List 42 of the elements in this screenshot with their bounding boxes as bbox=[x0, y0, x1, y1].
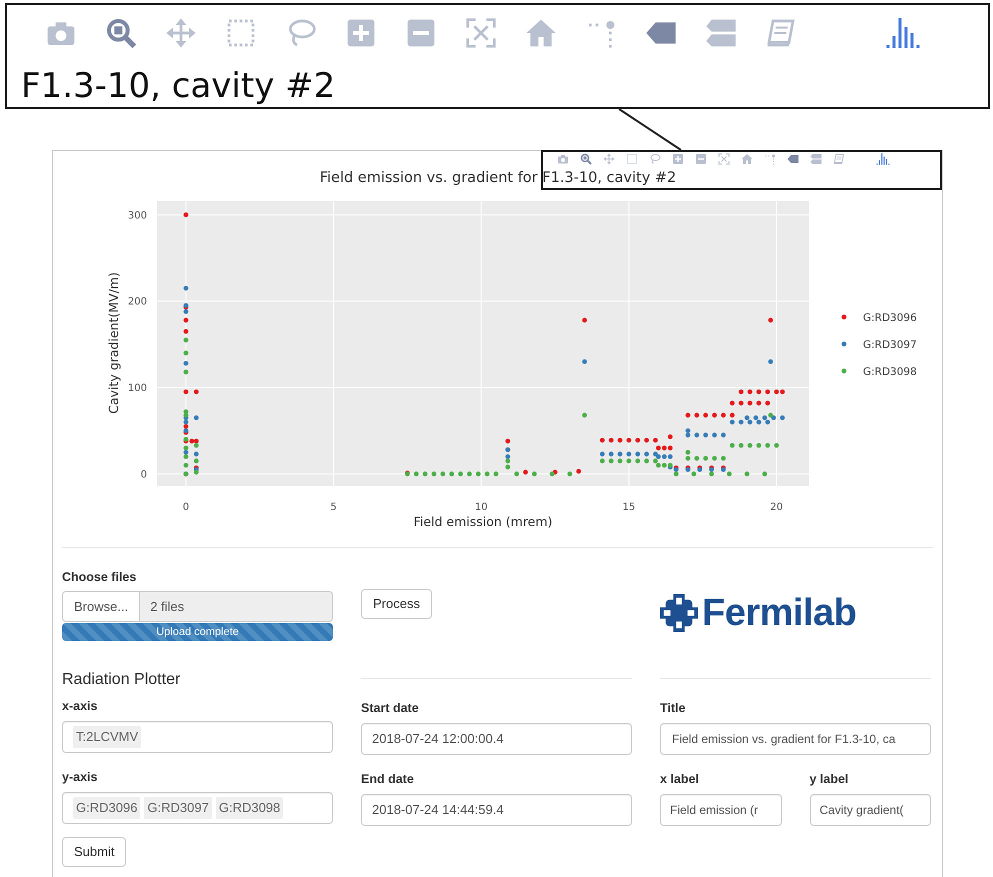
tick-label: 0 bbox=[182, 502, 190, 513]
legend-label: G:RD3096 bbox=[863, 312, 917, 324]
legend-label: G:RD3098 bbox=[863, 366, 917, 378]
legend-label: G:RD3097 bbox=[863, 339, 917, 351]
axis-title: Cavity gradient(MV/m) bbox=[106, 272, 121, 414]
process-button[interactable]: Process bbox=[361, 589, 432, 619]
selected-tag[interactable]: G:RD3098 bbox=[216, 797, 284, 818]
selected-tag[interactable]: G:RD3096 bbox=[73, 797, 140, 818]
file-name-field[interactable]: 2 files bbox=[140, 590, 333, 622]
selected-tag[interactable]: G:RD3097 bbox=[144, 797, 212, 818]
field-label: Choose files bbox=[62, 569, 138, 586]
tick-label: 200 bbox=[128, 296, 147, 308]
browse-button[interactable]: Browse... bbox=[62, 590, 140, 622]
input-field[interactable]: Cavity gradient( bbox=[810, 794, 931, 826]
field-label: y-axis bbox=[62, 769, 98, 786]
tag-input-field[interactable]: G:RD3096 G:RD3097 G:RD3098 bbox=[62, 792, 333, 824]
logo-text: Fermilab bbox=[702, 594, 856, 632]
progress-text: Upload complete bbox=[155, 625, 240, 640]
tick-label: 15 bbox=[622, 502, 636, 513]
date-field[interactable]: 2018-07-24 14:44:59.4 bbox=[361, 794, 632, 826]
submit-button[interactable]: Submit bbox=[62, 836, 126, 867]
tick-label: 5 bbox=[330, 502, 337, 513]
tick-label: 10 bbox=[474, 502, 488, 513]
tick-label: 20 bbox=[770, 502, 783, 513]
tick-label: 300 bbox=[128, 210, 147, 222]
field-label: Title bbox=[660, 700, 686, 718]
section-heading: Radiation Plotter bbox=[62, 670, 182, 690]
input-field[interactable]: Field emission vs. gradient for F1.3-10, ca bbox=[660, 723, 931, 755]
tag-input-field[interactable]: T:2LCVMV bbox=[62, 721, 333, 753]
tick-label: 0 bbox=[140, 469, 147, 480]
selected-tag[interactable]: T:2LCVMV bbox=[73, 726, 142, 748]
field-label: x-axis bbox=[62, 698, 98, 716]
input-field[interactable]: Field emission (r bbox=[660, 794, 782, 826]
field-label: y label bbox=[810, 771, 850, 788]
field-label: Start date bbox=[361, 700, 420, 718]
tick-label: 100 bbox=[128, 383, 147, 394]
field-label: End date bbox=[361, 771, 415, 788]
axis-title: Field emission (mrem) bbox=[414, 514, 552, 529]
field-label: x label bbox=[660, 771, 700, 788]
date-field[interactable]: 2018-07-24 12:00:00.4 bbox=[361, 723, 632, 755]
chart-title: Field emission vs. gradient for F1.3-10, cavity #2 bbox=[320, 170, 676, 186]
callout-title-text: F1.3-10, cavity #2 bbox=[21, 65, 336, 108]
